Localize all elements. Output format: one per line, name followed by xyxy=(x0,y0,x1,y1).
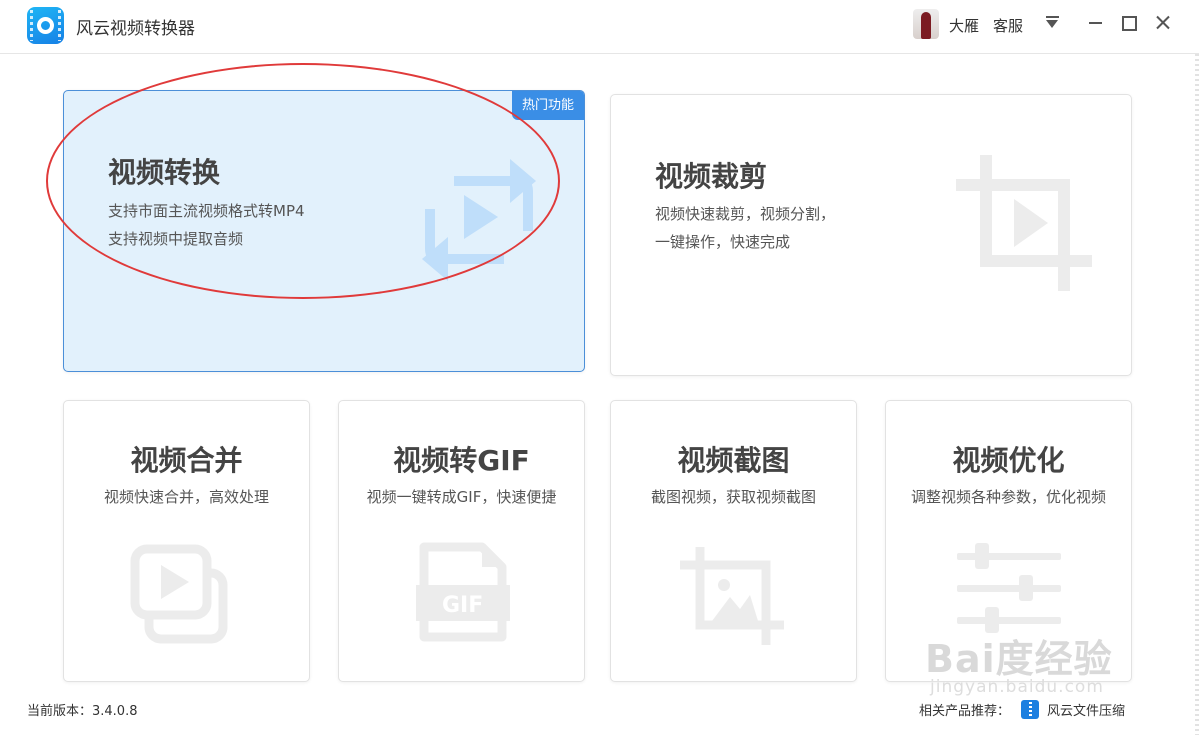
card-title: 视频转换 xyxy=(108,156,221,189)
card-description-line-2: 支持视频中提取音频 xyxy=(108,230,244,248)
hot-feature-badge: 热门功能 xyxy=(511,91,584,120)
card-title: 视频转GIF xyxy=(393,444,530,477)
card-description: 截图视频，获取视频截图 xyxy=(650,488,816,506)
card-description: 视频快速合并，高效处理 xyxy=(103,488,269,506)
maximize-icon[interactable] xyxy=(1117,12,1139,34)
app-logo-icon xyxy=(27,7,64,44)
customer-service-link[interactable]: 客服 xyxy=(993,15,1023,36)
crop-video-icon xyxy=(956,155,1092,291)
dropdown-menu-icon[interactable] xyxy=(1044,15,1062,31)
card-video-screenshot[interactable]: 视频截图 截图视频，获取视频截图 xyxy=(610,400,857,682)
gif-icon-text: GIF xyxy=(442,593,483,618)
version-label: 当前版本：3.4.0.8 xyxy=(27,704,138,719)
sliders-icon xyxy=(957,543,1061,633)
card-video-to-gif[interactable]: GIF 视频转GIF 视频一键转成GIF，快速便捷 xyxy=(338,400,585,682)
card-video-optimize[interactable]: 视频优化 调整视频各种参数，优化视频 xyxy=(885,400,1132,682)
app-title: 风云视频转换器 xyxy=(76,19,195,39)
zip-file-icon[interactable] xyxy=(1021,700,1039,719)
card-video-convert[interactable]: 视频转换 支持市面主流视频格式转MP4 支持视频中提取音频 热门功能 xyxy=(63,90,585,372)
screenshot-image-icon xyxy=(680,547,784,645)
convert-icon xyxy=(422,159,536,281)
window-edge xyxy=(1195,54,1199,735)
card-description-line-1: 支持市面主流视频格式转MP4 xyxy=(108,202,305,220)
card-video-trim[interactable]: 视频裁剪 视频快速裁剪，视频分割， 一键操作，快速完成 xyxy=(610,94,1132,376)
card-description-line-2: 一键操作，快速完成 xyxy=(655,233,791,251)
card-description-line-1: 视频快速裁剪，视频分割， xyxy=(655,205,836,223)
minimize-icon[interactable] xyxy=(1085,12,1107,34)
card-video-merge[interactable]: 视频合并 视频快速合并，高效处理 xyxy=(63,400,310,682)
title-bar: 风云视频转换器 大雁 客服 xyxy=(0,0,1199,54)
card-title: 视频裁剪 xyxy=(655,160,768,193)
card-description: 视频一键转成GIF，快速便捷 xyxy=(366,488,557,506)
card-title: 视频合并 xyxy=(130,444,243,477)
card-title: 视频优化 xyxy=(952,444,1065,477)
related-products-label: 相关产品推荐： xyxy=(919,704,1011,719)
merge-video-icon xyxy=(130,544,228,644)
user-name[interactable]: 大雁 xyxy=(949,15,979,36)
card-title: 视频截图 xyxy=(677,444,790,477)
avatar[interactable] xyxy=(913,9,939,39)
related-product-link[interactable]: 风云文件压缩 xyxy=(1047,700,1125,719)
card-description: 调整视频各种参数，优化视频 xyxy=(910,488,1106,506)
close-icon[interactable] xyxy=(1152,12,1174,34)
gif-file-icon: GIF xyxy=(416,542,510,642)
